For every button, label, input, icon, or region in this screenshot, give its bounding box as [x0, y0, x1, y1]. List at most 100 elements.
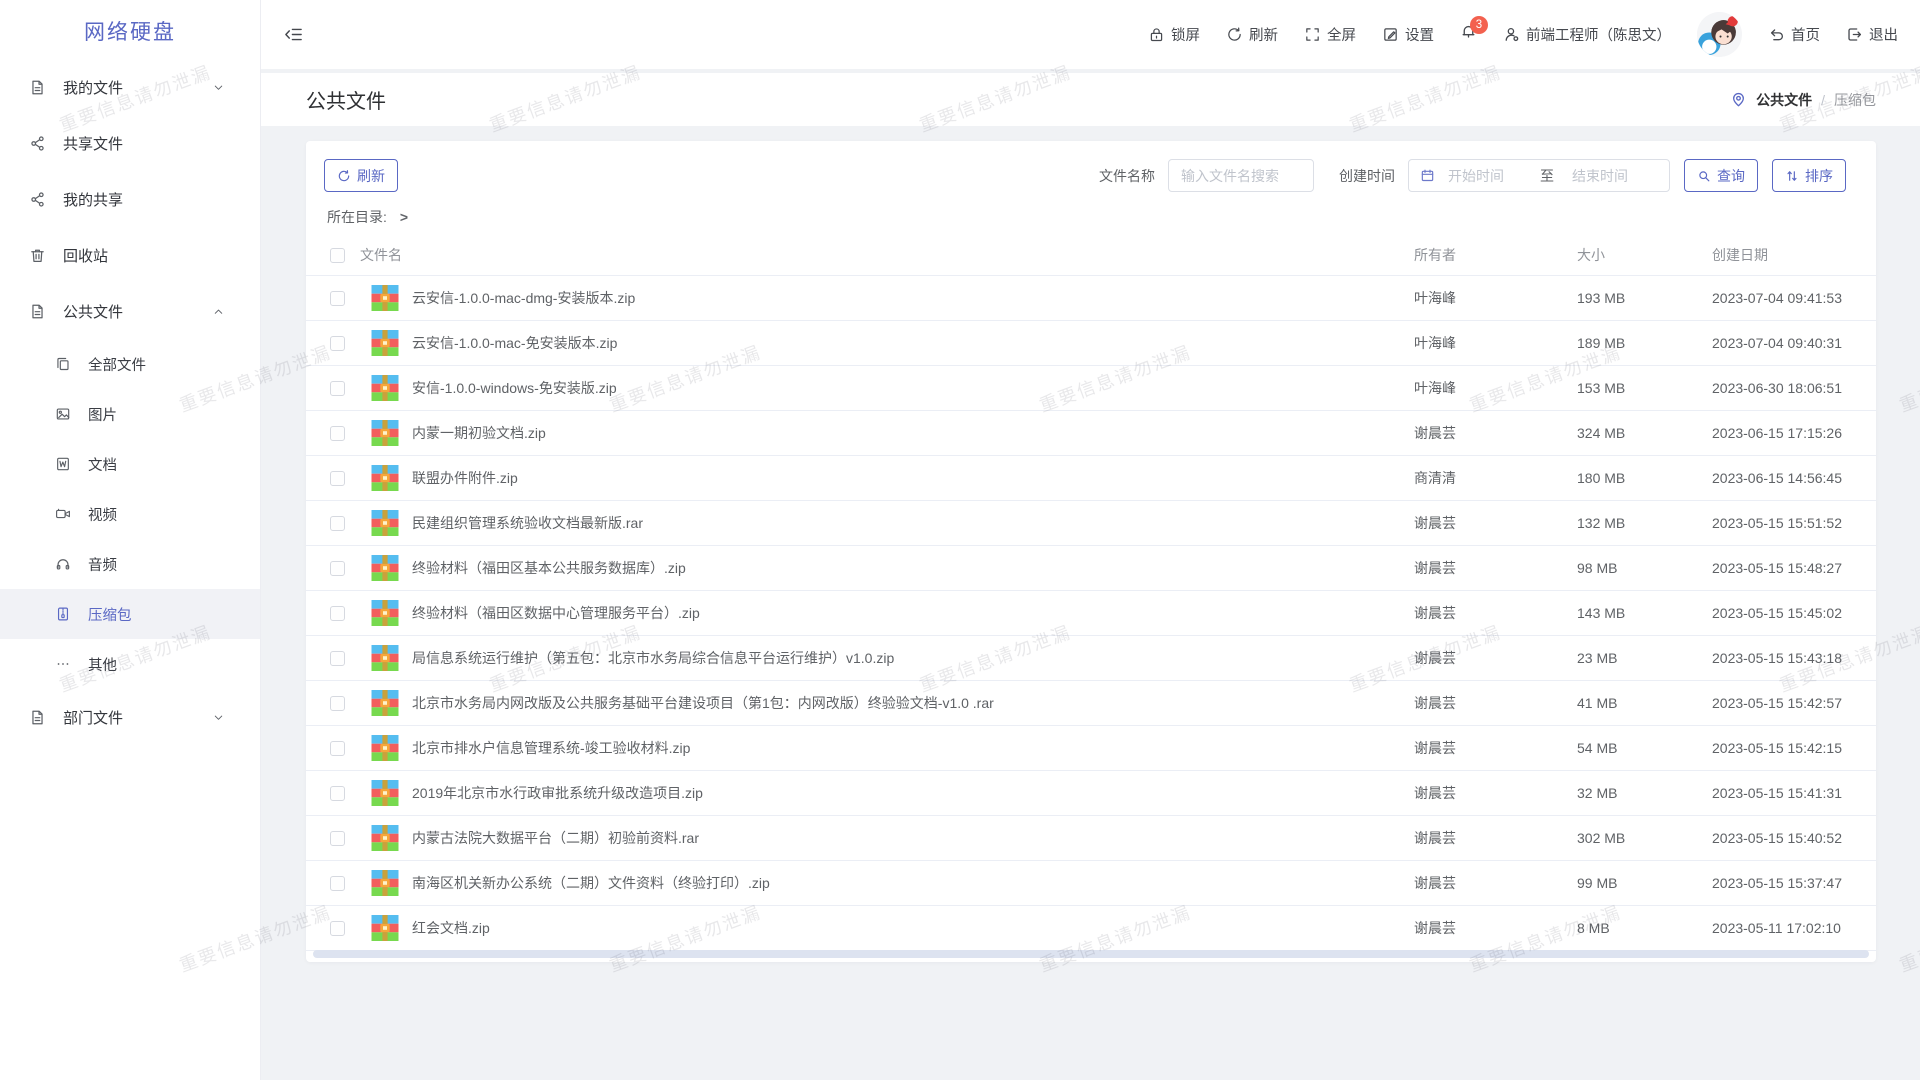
home-button[interactable]: 首页: [1768, 24, 1820, 45]
file-name[interactable]: 安信-1.0.0-windows-免安装版.zip: [412, 378, 1414, 398]
sidebar-item-my-files[interactable]: 我的文件: [0, 59, 260, 115]
file-name[interactable]: 红会文档.zip: [412, 918, 1414, 938]
share-icon: [29, 135, 46, 152]
table-row[interactable]: 局信息系统运行维护（第五包：北京市水务局综合信息平台运行维护）v1.0.zip谢…: [306, 636, 1876, 681]
row-checkbox[interactable]: [330, 921, 345, 936]
settings-button[interactable]: 设置: [1382, 24, 1434, 45]
sidebar-item-documents[interactable]: 文档: [0, 439, 260, 489]
user-menu[interactable]: 前端工程师（陈思文）: [1503, 24, 1671, 45]
table-row[interactable]: 云安信-1.0.0-mac-免安装版本.zip叶海峰189 MB2023-07-…: [306, 321, 1876, 366]
file-size: 98 MB: [1577, 560, 1712, 576]
file-name[interactable]: 内蒙古法院大数据平台（二期）初验前资料.rar: [412, 828, 1414, 848]
sidebar-item-videos[interactable]: 视频: [0, 489, 260, 539]
row-checkbox[interactable]: [330, 876, 345, 891]
date-to-label: 至: [1534, 166, 1560, 186]
row-checkbox[interactable]: [330, 786, 345, 801]
file-name[interactable]: 内蒙一期初验文档.zip: [412, 423, 1414, 443]
lock-screen-button[interactable]: 锁屏: [1148, 24, 1200, 45]
directory-root-chevron[interactable]: >: [400, 209, 408, 225]
breadcrumb-root[interactable]: 公共文件: [1756, 90, 1812, 110]
sidebar-item-shared-files[interactable]: 共享文件: [0, 115, 260, 171]
row-checkbox[interactable]: [330, 471, 345, 486]
refresh-page-button[interactable]: 刷新: [1226, 24, 1278, 45]
sidebar-item-recycle-bin[interactable]: 回收站: [0, 227, 260, 283]
row-checkbox[interactable]: [330, 651, 345, 666]
table-row[interactable]: 内蒙一期初验文档.zip谢晨芸324 MB2023-06-15 17:15:26: [306, 411, 1876, 456]
table-row[interactable]: 终验材料（福田区数据中心管理服务平台）.zip谢晨芸143 MB2023-05-…: [306, 591, 1876, 636]
file-name[interactable]: 云安信-1.0.0-mac-免安装版本.zip: [412, 333, 1414, 353]
refresh-icon: [1226, 26, 1243, 43]
file-owner: 谢晨芸: [1414, 423, 1577, 443]
horizontal-scrollbar[interactable]: [313, 950, 1869, 958]
breadcrumb-current: 压缩包: [1834, 90, 1876, 110]
file-name[interactable]: 终验材料（福田区数据中心管理服务平台）.zip: [412, 603, 1414, 623]
sidebar-item-audio[interactable]: 音频: [0, 539, 260, 589]
file-name[interactable]: 局信息系统运行维护（第五包：北京市水务局综合信息平台运行维护）v1.0.zip: [412, 648, 1414, 668]
table-row[interactable]: 联盟办件附件.zip商清清180 MB2023-06-15 14:56:45: [306, 456, 1876, 501]
row-checkbox[interactable]: [330, 336, 345, 351]
table-row[interactable]: 北京市排水户信息管理系统-竣工验收材料.zip谢晨芸54 MB2023-05-1…: [306, 726, 1876, 771]
notification-bell-button[interactable]: 3: [1460, 24, 1477, 46]
file-created: 2023-06-30 18:06:51: [1712, 380, 1852, 396]
row-checkbox[interactable]: [330, 696, 345, 711]
file-created: 2023-05-11 17:02:10: [1712, 920, 1852, 936]
row-checkbox[interactable]: [330, 561, 345, 576]
table-row[interactable]: 内蒙古法院大数据平台（二期）初验前资料.rar谢晨芸302 MB2023-05-…: [306, 816, 1876, 861]
table-row[interactable]: 民建组织管理系统验收文档最新版.rar谢晨芸132 MB2023-05-15 1…: [306, 501, 1876, 546]
sort-button[interactable]: 排序: [1772, 159, 1846, 192]
sidebar-item-department-files[interactable]: 部门文件: [0, 689, 260, 745]
file-name[interactable]: 民建组织管理系统验收文档最新版.rar: [412, 513, 1414, 533]
row-checkbox[interactable]: [330, 381, 345, 396]
fullscreen-button[interactable]: 全屏: [1304, 24, 1356, 45]
sidebar-item-images[interactable]: 图片: [0, 389, 260, 439]
sidebar-item-my-shares[interactable]: 我的共享: [0, 171, 260, 227]
sidebar-menu: 我的文件共享文件我的共享回收站公共文件全部文件图片文档视频音频压缩包其他部门文件: [0, 59, 260, 745]
table-row[interactable]: 终验材料（福田区基本公共服务数据库）.zip谢晨芸98 MB2023-05-15…: [306, 546, 1876, 591]
table-row[interactable]: 红会文档.zip谢晨芸8 MB2023-05-11 17:02:10: [306, 906, 1876, 951]
table-row[interactable]: 南海区机关新办公系统（二期）文件资料（终验打印）.zip谢晨芸99 MB2023…: [306, 861, 1876, 906]
file-owner: 叶海峰: [1414, 333, 1577, 353]
lock-screen-label: 锁屏: [1171, 24, 1200, 45]
table-row[interactable]: 云安信-1.0.0-mac-dmg-安装版本.zip叶海峰193 MB2023-…: [306, 276, 1876, 321]
sidebar-item-others[interactable]: 其他: [0, 639, 260, 689]
row-checkbox[interactable]: [330, 831, 345, 846]
refresh-page-label: 刷新: [1249, 24, 1278, 45]
file-created: 2023-05-15 15:37:47: [1712, 875, 1852, 891]
row-checkbox[interactable]: [330, 741, 345, 756]
archive-file-icon: [370, 778, 400, 808]
created-time-label: 创建时间: [1339, 166, 1395, 186]
file-name[interactable]: 2019年北京市水行政审批系统升级改造项目.zip: [412, 783, 1414, 803]
search-button[interactable]: 查询: [1684, 159, 1758, 192]
sidebar-item-archives[interactable]: 压缩包: [0, 589, 260, 639]
avatar[interactable]: [1697, 12, 1742, 57]
table-row[interactable]: 安信-1.0.0-windows-免安装版.zip叶海峰153 MB2023-0…: [306, 366, 1876, 411]
doc-icon: [55, 456, 71, 472]
file-name[interactable]: 联盟办件附件.zip: [412, 468, 1414, 488]
file-name[interactable]: 终验材料（福田区基本公共服务数据库）.zip: [412, 558, 1414, 578]
row-checkbox[interactable]: [330, 606, 345, 621]
logout-button[interactable]: 退出: [1846, 24, 1898, 45]
copy-icon: [55, 356, 71, 372]
row-checkbox[interactable]: [330, 516, 345, 531]
directory-label: 所在目录:: [327, 207, 387, 227]
file-name[interactable]: 南海区机关新办公系统（二期）文件资料（终验打印）.zip: [412, 873, 1414, 893]
row-checkbox[interactable]: [330, 291, 345, 306]
refresh-list-button[interactable]: 刷新: [324, 159, 398, 192]
sidebar-item-all-files[interactable]: 全部文件: [0, 339, 260, 389]
file-name[interactable]: 北京市排水户信息管理系统-竣工验收材料.zip: [412, 738, 1414, 758]
filename-search-input[interactable]: [1168, 159, 1314, 192]
file-created: 2023-05-15 15:43:18: [1712, 650, 1852, 666]
file-owner: 谢晨芸: [1414, 648, 1577, 668]
file-name[interactable]: 北京市水务局内网改版及公共服务基础平台建设项目（第1包：内网改版）终验验文档-v…: [412, 693, 1414, 713]
ellipsis-icon: [55, 656, 71, 672]
search-icon: [1697, 169, 1711, 183]
file-name[interactable]: 云安信-1.0.0-mac-dmg-安装版本.zip: [412, 288, 1414, 308]
table-row[interactable]: 北京市水务局内网改版及公共服务基础平台建设项目（第1包：内网改版）终验验文档-v…: [306, 681, 1876, 726]
select-all-checkbox[interactable]: [330, 248, 345, 263]
sidebar-item-public-files[interactable]: 公共文件: [0, 283, 260, 339]
date-range-picker[interactable]: 开始时间 至 结束时间: [1408, 159, 1670, 192]
table-row[interactable]: 2019年北京市水行政审批系统升级改造项目.zip谢晨芸32 MB2023-05…: [306, 771, 1876, 816]
row-checkbox[interactable]: [330, 426, 345, 441]
archive-file-icon: [370, 463, 400, 493]
sidebar-collapse-icon[interactable]: [284, 25, 303, 44]
